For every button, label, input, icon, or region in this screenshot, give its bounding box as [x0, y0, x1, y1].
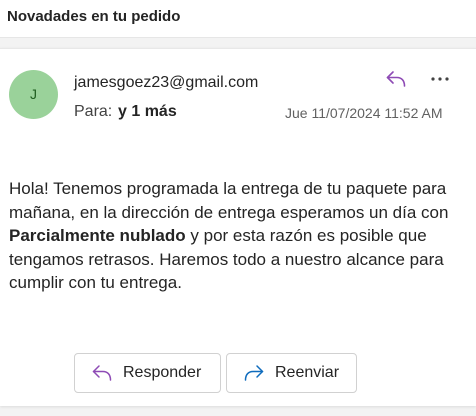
reply-arrow-icon	[91, 362, 113, 384]
recipients-more[interactable]: y 1 más	[118, 103, 177, 121]
forward-button[interactable]: Reenviar	[226, 353, 357, 393]
subject-bar: Novadades en tu pedido	[0, 0, 476, 38]
message-body-text-1: Hola! Tenemos programada la entrega de t…	[9, 179, 449, 222]
reply-button-label: Responder	[123, 364, 202, 381]
sender-email[interactable]: jamesgoez23@gmail.com	[74, 74, 258, 92]
message-body-bold: Parcialmente nublado	[9, 226, 186, 245]
email-subject: Novadades en tu pedido	[7, 8, 181, 25]
message-body: Hola! Tenemos programada la entrega de t…	[9, 177, 469, 295]
more-horizontal-icon	[431, 77, 449, 81]
message-card: J jamesgoez23@gmail.com Para: y 1 más Ju…	[0, 48, 476, 406]
more-actions-button[interactable]	[427, 66, 453, 92]
forward-button-label: Reenviar	[275, 364, 340, 381]
message-date: Jue 11/07/2024 11:52 AM	[285, 105, 443, 121]
reply-button[interactable]: Responder	[74, 353, 221, 393]
sender-avatar[interactable]: J	[9, 70, 58, 119]
reply-icon-button[interactable]	[383, 66, 409, 92]
forward-arrow-icon	[243, 362, 265, 384]
recipients-label: Para:	[74, 103, 113, 120]
reply-arrow-icon	[386, 71, 406, 87]
